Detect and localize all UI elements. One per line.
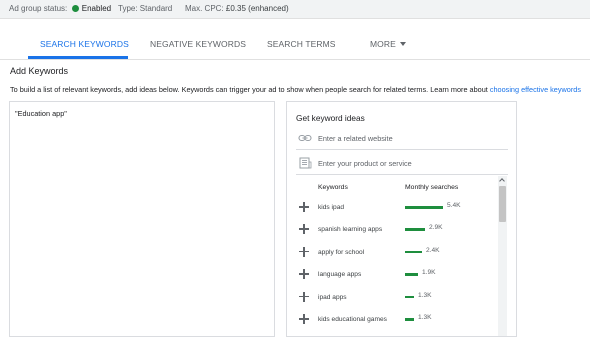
keyword-idea-text: apply for school: [318, 248, 365, 256]
product-service-placeholder: Enter your product or service: [318, 159, 412, 168]
add-keyword-plus-icon[interactable]: [299, 246, 309, 257]
monthly-searches-column-header: Monthly searches: [405, 184, 459, 191]
ad-group-status: Ad group status: Enabled: [9, 4, 111, 13]
add-keywords-title: Add Keywords: [10, 66, 69, 76]
link-icon: [298, 134, 312, 142]
monthly-searches-bar: [405, 273, 418, 276]
monthly-searches-value: 5.4K: [447, 202, 461, 209]
max-cpc-value: £0.35: [225, 4, 246, 13]
keyword-tabs: SEARCH KEYWORDS NEGATIVE KEYWORDS SEARCH…: [0, 19, 590, 60]
keyword-idea-row[interactable]: kids educational games 1.3K: [287, 309, 497, 331]
add-keyword-plus-icon[interactable]: [299, 224, 309, 235]
add-keywords-description: To build a list of relevant keywords, ad…: [10, 85, 581, 94]
product-service-input[interactable]: Enter your product or service: [296, 152, 508, 175]
monthly-searches-bar: [405, 228, 425, 231]
add-keyword-plus-icon[interactable]: [299, 291, 309, 302]
max-cpc-note: (enhanced): [248, 4, 289, 13]
monthly-searches-bar: [405, 295, 414, 299]
keywords-textarea-value: "Education app": [15, 109, 67, 118]
monthly-searches-bar: [405, 206, 443, 209]
keyword-idea-text: ipad apps: [318, 293, 347, 301]
ad-group-status-label: Ad group status:: [9, 4, 68, 13]
keyword-idea-row[interactable]: ipad apps 1.3K: [287, 287, 497, 309]
tab-more-label: MORE: [370, 39, 396, 49]
max-cpc-label: Max. CPC:: [185, 4, 224, 13]
monthly-searches-bar: [405, 318, 414, 321]
keyword-ideas-panel: Get keyword ideas Enter a related websit…: [286, 101, 517, 337]
keyword-idea-text: kids ipad: [318, 204, 345, 211]
active-tab-indicator: [28, 56, 128, 59]
add-keyword-plus-icon[interactable]: [299, 314, 309, 324]
caret-down-icon: [399, 42, 406, 46]
keyword-idea-text: spanish learning apps: [318, 226, 383, 234]
monthly-searches-value: 2.4K: [426, 246, 440, 254]
scroll-up-arrow-icon[interactable]: [499, 177, 506, 184]
choosing-effective-keywords-link[interactable]: choosing effective keywords: [490, 85, 581, 94]
keyword-idea-text: language apps: [318, 271, 362, 279]
monthly-searches-bar: [405, 250, 422, 254]
add-keyword-plus-icon[interactable]: [299, 202, 309, 212]
enabled-status-dot-icon: [71, 5, 79, 12]
scrollbar-thumb[interactable]: [499, 186, 506, 222]
monthly-searches-value: 1.9K: [422, 269, 436, 277]
related-website-placeholder: Enter a related website: [318, 134, 393, 143]
keyword-idea-row[interactable]: kids ipad 5.4K: [287, 197, 497, 219]
keyword-idea-row[interactable]: spanish learning apps 2.9K: [287, 219, 497, 241]
monthly-searches-value: 1.3K: [418, 314, 432, 321]
tab-more[interactable]: MORE: [370, 39, 406, 49]
keyword-idea-row[interactable]: apply for school 2.4K: [287, 242, 497, 264]
store-icon: [299, 157, 312, 169]
keyword-idea-text: kids educational games: [318, 316, 387, 323]
keywords-column-header: Keywords: [318, 184, 348, 191]
monthly-searches-value: 2.9K: [429, 224, 443, 232]
monthly-searches-value: 1.3K: [418, 291, 432, 299]
tab-negative-keywords[interactable]: NEGATIVE KEYWORDS: [150, 39, 246, 49]
tab-search-keywords[interactable]: SEARCH KEYWORDS: [40, 39, 129, 49]
keyword-idea-row[interactable]: language apps 1.9K: [287, 264, 497, 286]
max-cpc: Max. CPC: £0.35 (enhanced): [185, 4, 289, 13]
related-website-input[interactable]: Enter a related website: [296, 127, 508, 150]
ad-group-status-value: Enabled: [81, 4, 112, 13]
tab-search-terms[interactable]: SEARCH TERMS: [267, 39, 336, 49]
keyword-ideas-title: Get keyword ideas: [296, 113, 365, 123]
ad-group-status-bar: Ad group status: Enabled Type: Standard …: [0, 0, 590, 19]
description-text: To build a list of relevant keywords, ad…: [10, 85, 488, 94]
ad-group-type: Type: Standard: [118, 4, 173, 13]
add-keyword-plus-icon[interactable]: [299, 269, 309, 280]
keywords-textarea[interactable]: "Education app": [9, 101, 275, 337]
